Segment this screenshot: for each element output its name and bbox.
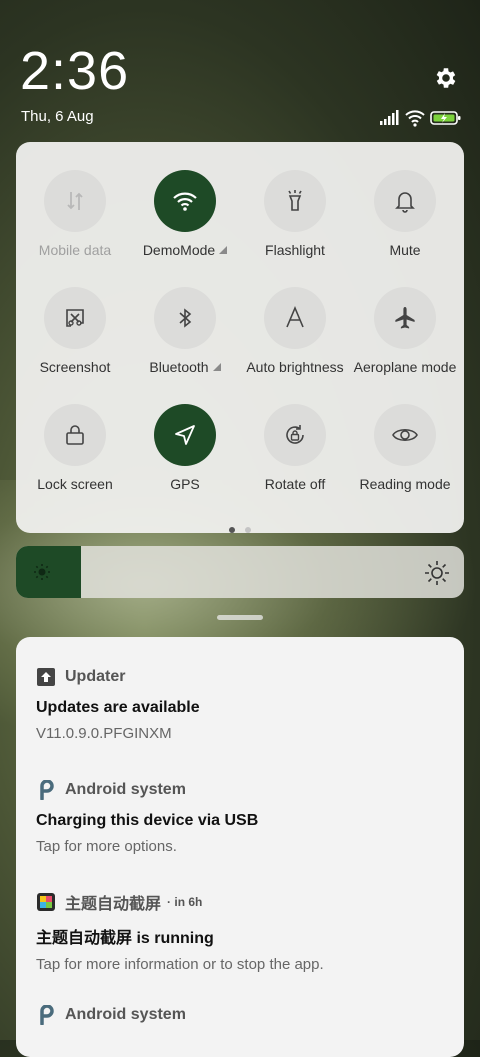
- brightness-high-icon: [425, 561, 449, 585]
- page-indicator: [16, 520, 464, 538]
- page-dot-1[interactable]: [229, 527, 235, 533]
- lock-icon: [44, 404, 106, 466]
- android-p-icon: [36, 1005, 56, 1025]
- wifi-icon: [154, 170, 216, 232]
- notification-time: · in 6h: [167, 895, 203, 909]
- notification-title: 主题自动截屏 is running: [36, 930, 214, 947]
- tile-mute[interactable]: Mute: [350, 170, 460, 258]
- drag-handle[interactable]: [217, 615, 263, 620]
- location-arrow-icon: [154, 404, 216, 466]
- notification-theme-screenshot[interactable]: 主题自动截屏 · in 6h 主题自动截屏 is running Tap for…: [36, 892, 451, 973]
- tile-label: Lock screen: [37, 476, 113, 492]
- tile-label: Reading mode: [359, 476, 451, 492]
- clock: 2:36: [20, 41, 130, 101]
- auto-brightness-icon: [264, 287, 326, 349]
- android-p-icon: [36, 780, 56, 800]
- tile-screenshot[interactable]: Screenshot: [20, 287, 130, 375]
- tile-gps[interactable]: GPS: [130, 404, 240, 492]
- notification-app-name: 主题自动截屏: [65, 896, 162, 913]
- tile-label: Flashlight: [265, 242, 325, 258]
- battery-charging-icon: [430, 111, 461, 125]
- notification-body: V11.0.9.0.PFGINXM: [36, 725, 172, 742]
- tile-label: GPS: [170, 476, 200, 492]
- page-dot-2[interactable]: [245, 527, 251, 533]
- theme-app-icon: [36, 892, 56, 912]
- notification-title: Updates are available: [36, 699, 200, 716]
- date: Thu, 6 Aug: [21, 108, 94, 125]
- quick-settings-panel: Mobile data DemoMode Flashlight Mute Scr…: [16, 142, 464, 533]
- tile-flashlight[interactable]: Flashlight: [240, 170, 350, 258]
- notification-app-name: Updater: [65, 668, 126, 685]
- tile-label: Mobile data: [38, 242, 112, 258]
- tile-label: Mute: [389, 242, 421, 258]
- rotate-lock-icon: [264, 404, 326, 466]
- notification-body: Tap for more information or to stop the …: [36, 956, 324, 973]
- brightness-low-icon: [34, 564, 50, 580]
- notification-title: Charging this device via USB: [36, 812, 259, 829]
- bluetooth-icon: [154, 287, 216, 349]
- eye-icon: [374, 404, 436, 466]
- expand-corner-icon: [212, 363, 221, 371]
- notification-list: Updater Updates are available V11.0.9.0.…: [16, 637, 464, 1057]
- expand-corner-icon: [219, 246, 228, 254]
- tile-label: Aeroplane mode: [353, 359, 457, 375]
- tile-rotate-off[interactable]: Rotate off: [240, 404, 350, 492]
- tile-label: DemoMode: [142, 242, 216, 258]
- upload-arrow-icon: [36, 667, 56, 687]
- tile-bluetooth[interactable]: Bluetooth: [130, 287, 240, 375]
- bell-icon: [374, 170, 436, 232]
- tile-label: Screenshot: [39, 359, 111, 375]
- screenshot-icon: [44, 287, 106, 349]
- notification-body: Tap for more options.: [36, 838, 177, 855]
- brightness-slider[interactable]: [16, 546, 464, 598]
- notification-updater[interactable]: Updater Updates are available V11.0.9.0.…: [36, 667, 451, 742]
- notification-app-name: Android system: [65, 1006, 186, 1023]
- tile-aeroplane-mode[interactable]: Aeroplane mode: [350, 287, 460, 375]
- settings-gear-icon[interactable]: [433, 65, 459, 91]
- notification-android-system-2[interactable]: Android system: [36, 1005, 451, 1025]
- tile-mobile-data[interactable]: Mobile data: [20, 170, 130, 258]
- tile-label: Bluetooth: [149, 359, 209, 375]
- tile-demomode[interactable]: DemoMode: [130, 170, 240, 258]
- tile-auto-brightness[interactable]: Auto brightness: [240, 287, 350, 375]
- tile-reading-mode[interactable]: Reading mode: [350, 404, 460, 492]
- wifi-status-icon: [405, 110, 425, 127]
- notification-android-system[interactable]: Android system Charging this device via …: [36, 780, 451, 855]
- tile-label: Auto brightness: [246, 359, 344, 375]
- tile-label: Rotate off: [264, 476, 326, 492]
- flashlight-icon: [264, 170, 326, 232]
- signal-icon: [380, 110, 399, 125]
- tile-lock-screen[interactable]: Lock screen: [20, 404, 130, 492]
- airplane-icon: [374, 287, 436, 349]
- notification-app-name: Android system: [65, 781, 186, 798]
- mobile-data-icon: [44, 170, 106, 232]
